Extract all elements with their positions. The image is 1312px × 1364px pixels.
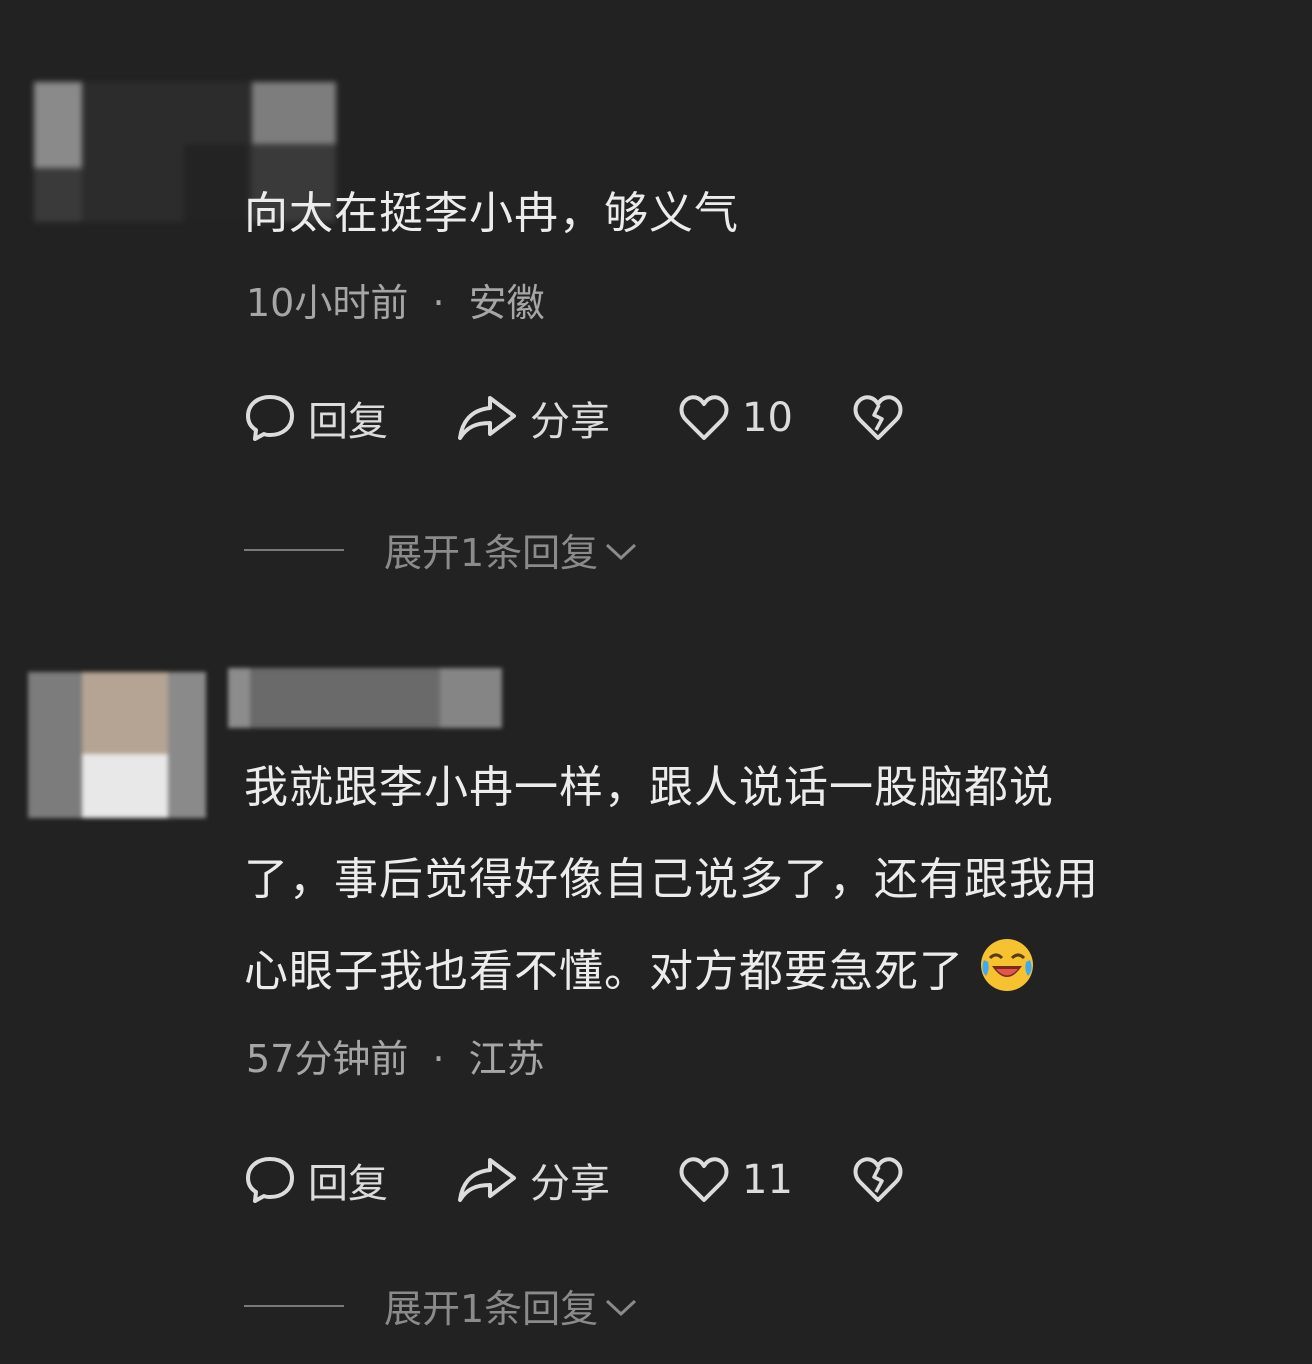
like-button[interactable]: 11 (678, 1154, 852, 1206)
reply-button[interactable]: 回复 (244, 1151, 456, 1209)
username-blur-block (250, 668, 440, 728)
dislike-button[interactable] (852, 1154, 904, 1206)
comment-text-line: 向太在挺李小冉，够义气 (244, 188, 739, 239)
meta-separator: · (432, 281, 445, 325)
avatar-blur-block (34, 82, 82, 168)
comment-item: 我就跟李小冉一样，跟人说话一股脑都说 了，事后觉得好像自己说多了，还有跟我用 心… (0, 650, 1312, 1364)
comment-actions: 回复 分享 10 (244, 388, 904, 448)
comment-meta: 57分钟前 · 江苏 (246, 1028, 545, 1083)
expand-replies-button[interactable]: 展开1条回复 (244, 1278, 638, 1333)
username-blur-block (228, 668, 250, 728)
comment-meta: 10小时前 · 安徽 (246, 272, 545, 327)
expand-label: 展开1条回复 (384, 531, 599, 575)
comment-time: 10小时前 (246, 281, 409, 325)
meta-separator: · (432, 1037, 445, 1081)
share-label: 分享 (530, 1161, 610, 1207)
comment-location: 江苏 (468, 1037, 545, 1081)
comment-text: 我就跟李小冉一样，跟人说话一股脑都说 了，事后觉得好像自己说多了，还有跟我用 心… (244, 742, 1264, 1018)
comment-location: 安徽 (468, 281, 545, 325)
reply-label: 回复 (308, 399, 388, 445)
username-blurred[interactable] (228, 668, 502, 728)
comment-actions: 回复 分享 11 (244, 1150, 904, 1210)
comment-text-line: 心眼子我也看不懂。对方都要急死了 (244, 946, 964, 997)
laughing-crying-emoji (978, 934, 1036, 992)
avatar-blur-block (168, 672, 206, 818)
share-arrow-icon (456, 1154, 518, 1206)
like-button[interactable]: 10 (678, 392, 852, 444)
username-blur-block (440, 668, 502, 728)
expand-replies-button[interactable]: 展开1条回复 (244, 522, 638, 577)
comment-text-line: 我就跟李小冉一样，跟人说话一股脑都说 (244, 762, 1054, 813)
chevron-down-icon (604, 1284, 638, 1328)
avatar-blurred[interactable] (28, 672, 206, 818)
like-count: 10 (742, 395, 793, 441)
avatar-blur-block (28, 672, 82, 818)
comment-bubble-icon (244, 1154, 296, 1206)
reply-button[interactable]: 回复 (244, 389, 456, 447)
comment-text-line: 了，事后觉得好像自己说多了，还有跟我用 (244, 854, 1099, 905)
broken-heart-icon (852, 392, 904, 444)
share-arrow-icon (456, 392, 518, 444)
divider-line (244, 1304, 344, 1307)
share-button[interactable]: 分享 (456, 389, 678, 447)
chevron-down-icon (604, 528, 638, 572)
share-button[interactable]: 分享 (456, 1151, 678, 1209)
comment-text-line-with-emoji: 心眼子我也看不懂。对方都要急死了 (244, 926, 1264, 1018)
comment-item: 向太在挺李小冉，够义气 10小时前 · 安徽 回复 分享 10 展开1条回复 (0, 0, 1312, 640)
comment-time: 57分钟前 (246, 1037, 409, 1081)
dislike-button[interactable] (852, 392, 904, 444)
divider-line (244, 548, 344, 551)
share-label: 分享 (530, 399, 610, 445)
comment-bubble-icon (244, 392, 296, 444)
avatar-blur-block (184, 144, 248, 222)
avatar-blur-block (252, 82, 336, 144)
broken-heart-icon (852, 1154, 904, 1206)
comment-text: 向太在挺李小冉，够义气 (244, 168, 1264, 260)
like-count: 11 (742, 1157, 793, 1203)
heart-icon (678, 392, 730, 444)
expand-label: 展开1条回复 (384, 1287, 599, 1331)
comment-list: 向太在挺李小冉，够义气 10小时前 · 安徽 回复 分享 10 展开1条回复 我… (0, 0, 1312, 1364)
reply-label: 回复 (308, 1161, 388, 1207)
heart-icon (678, 1154, 730, 1206)
